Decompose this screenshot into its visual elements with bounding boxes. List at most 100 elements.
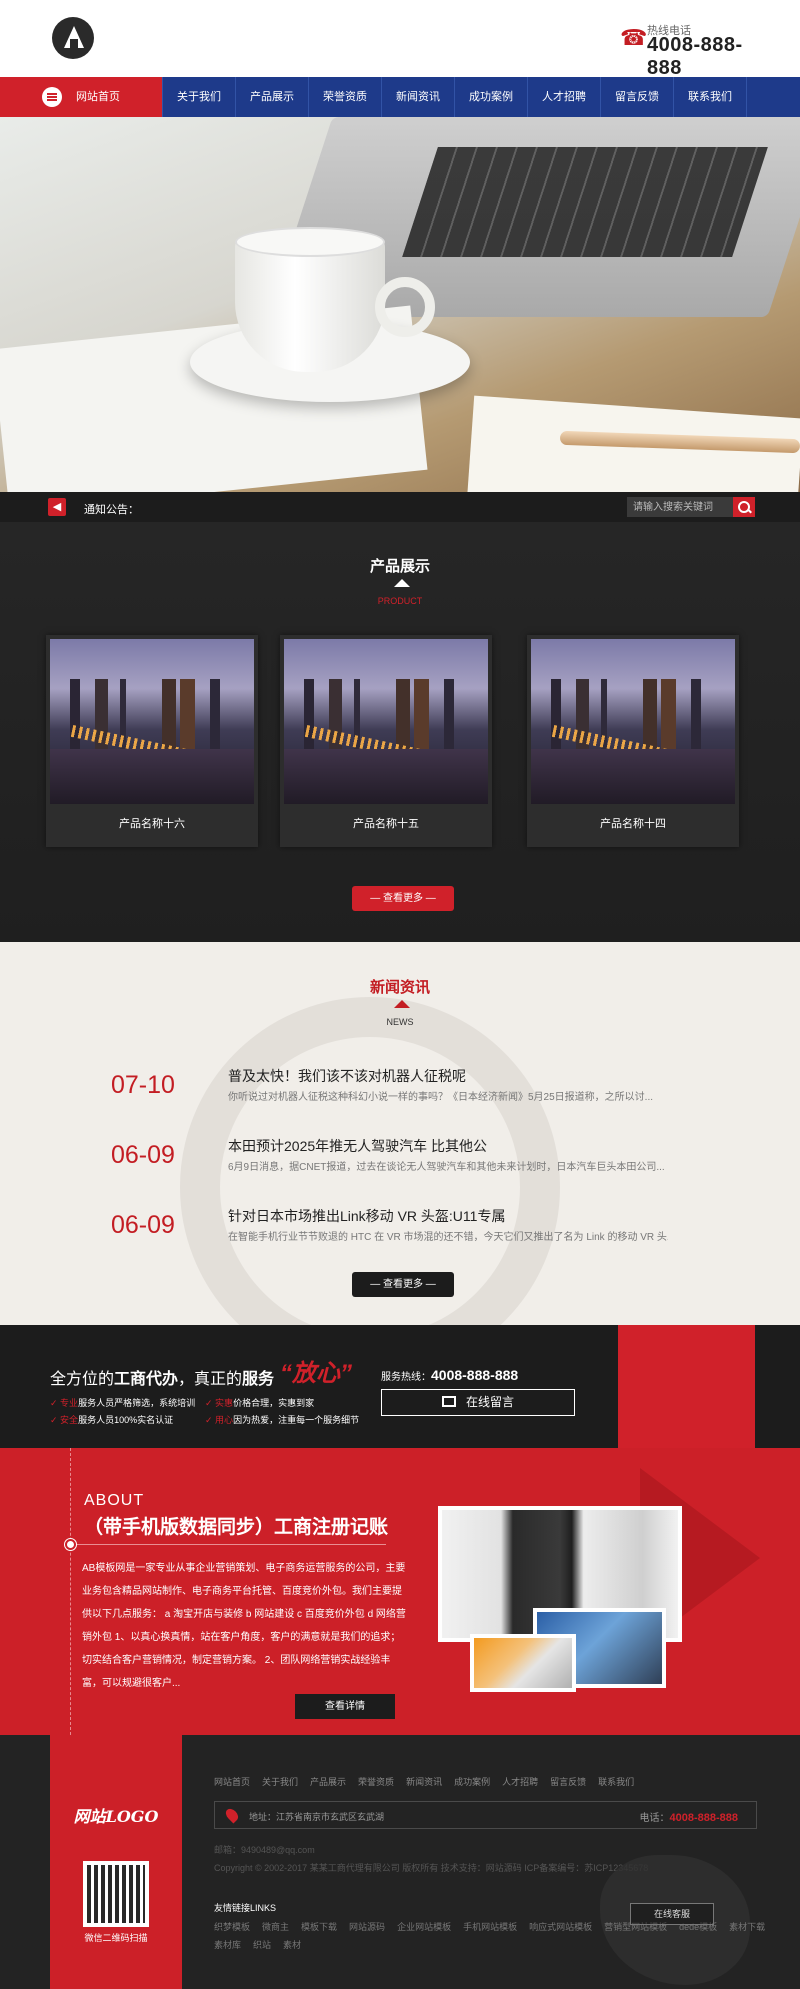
cta-hotline: 服务热线：4008-888-888 [381,1367,519,1383]
nav-item-feedback[interactable]: 留言反馈 [601,77,674,117]
footer-nav-link[interactable]: 新闻资讯 [406,1775,442,1788]
friend-link[interactable]: 模板下载 [301,1920,337,1933]
footer-address-box: 地址：江苏省南京市玄武区玄武湖 电话：4008-888-888 [214,1801,757,1829]
footer-logo[interactable]: 网站LOGO [50,1803,182,1827]
footer-email: 邮箱：9490489@qq.com [214,1845,315,1855]
footer-nav-link[interactable]: 产品展示 [310,1775,346,1788]
products-title: 产品展示 [369,558,430,575]
cta-red-block [618,1325,755,1448]
news-item-title[interactable]: 针对日本市场推出Link移动 VR 头盔:U11专属 [228,1206,505,1226]
nav-item-products[interactable]: 产品展示 [236,77,309,117]
site-footer: 网站LOGO 微信二维码扫描 网站首页 关于我们 产品展示 荣誉资质 新闻资讯 … [0,1735,800,1989]
friend-link[interactable]: 企业网站模板 [397,1920,451,1933]
search-button[interactable] [733,497,755,517]
friend-link[interactable]: 手机网站模板 [463,1920,517,1933]
footer-nav-link[interactable]: 人才招聘 [502,1775,538,1788]
about-title: （带手机版数据同步）工商注册记账 [84,1517,389,1538]
about-timeline-line [70,1448,71,1735]
cta-bullet: ✓ 实惠价格合理，实惠到家 [205,1398,315,1408]
cta-title-part: 服务 [242,1371,275,1388]
notice-bar: ◀ 通知公告： [0,492,800,522]
speaker-icon: ◀ [48,498,66,516]
footer-brand-panel: 网站LOGO 微信二维码扫描 [50,1735,182,1989]
friend-link[interactable]: 素材库 [214,1938,241,1951]
friend-links-title: 友情链接LINKS [214,1903,277,1913]
footer-nav-link[interactable]: 成功案例 [454,1775,490,1788]
products-subtitle: PRODUCT [377,596,423,606]
site-logo[interactable] [52,17,94,59]
cta-bullet: ✓ 专业服务人员严格筛选，系统培训 [50,1398,196,1408]
news-title: 新闻资讯 [369,979,430,996]
nav-item-honors[interactable]: 荣誉资质 [309,77,382,117]
hotline-number: 4008-888-888 [647,34,743,79]
main-nav: 网站首页 关于我们 产品展示 荣誉资质 新闻资讯 成功案例 人才招聘 留言反馈 … [0,77,800,117]
product-name: 产品名称十六 [119,818,185,830]
message-icon [441,1396,456,1407]
phone-icon: ☎ [620,25,648,50]
news-date: 06-09 [111,1141,175,1169]
notice-label: 通知公告： [84,504,139,516]
friend-link[interactable]: 微商主 [262,1920,289,1933]
about-photo-meeting [470,1634,576,1692]
footer-nav-link[interactable]: 网站首页 [214,1775,250,1788]
nav-item-contact[interactable]: 联系我们 [674,77,747,117]
news-subtitle: NEWS [386,1017,414,1027]
footer-address: 地址：江苏省南京市玄武区玄武湖 [249,1812,385,1822]
caret-up-icon [394,1000,410,1008]
product-card[interactable]: 产品名称十六 [46,635,258,847]
caret-up-icon [394,579,410,587]
news-date: 07-10 [111,1071,175,1099]
nav-item-cases[interactable]: 成功案例 [455,77,528,117]
news-item-title[interactable]: 普及太快！我们该不该对机器人征税呢 [228,1066,466,1086]
news-date: 06-09 [111,1211,175,1239]
news-item-desc: 在智能手机行业节节败退的 HTC 在 VR 市场混的还不错，今天它们又推出了名为… [228,1232,668,1243]
friend-link[interactable]: 织站 [253,1938,271,1951]
friend-link[interactable]: 织梦模板 [214,1920,250,1933]
product-image [50,639,254,804]
products-more-button[interactable]: — 查看更多 — [352,886,454,911]
online-message-button[interactable]: 在线留言 [381,1389,575,1416]
banner-keyboard-image [402,147,768,257]
cta-title-part: ，真正的 [178,1371,243,1388]
product-card[interactable]: 产品名称十五 [280,635,492,847]
friend-link[interactable]: 响应式网站模板 [529,1920,592,1933]
product-card[interactable]: 产品名称十四 [527,635,739,847]
friend-links-row: 素材库 织站 素材 [214,1938,301,1951]
footer-nav-link[interactable]: 关于我们 [262,1775,298,1788]
product-name: 产品名称十四 [600,818,666,830]
footer-nav-link[interactable]: 联系我们 [598,1775,634,1788]
about-divider [76,1544,386,1545]
friend-link[interactable]: 素材 [283,1938,301,1951]
hero-banner [0,117,800,492]
footer-copyright: Copyright © 2002-2017 某某工商代理有限公司 版权所有 技术… [214,1863,649,1873]
about-timeline-dot [65,1539,76,1550]
about-details-button[interactable]: 查看详情 [295,1694,395,1719]
cta-bullet: ✓ 用心因为热爱，注重每一个服务细节 [205,1415,360,1425]
footer-nav-link[interactable]: 留言反馈 [550,1775,586,1788]
search-input[interactable] [627,497,733,517]
online-service-button[interactable]: 在线客服 [630,1903,714,1925]
cta-title: 全方位的工商代办，真正的服务 [50,1365,274,1389]
friend-link[interactable]: 素材下载 [729,1920,765,1933]
cta-quote: “放心” [280,1360,352,1387]
header-hotline: ☎ 热线电话 4008-888-888 [620,22,770,79]
banner-cup-image [235,237,385,372]
about-text: AB模板网是一家专业从事企业营销策划、电子商务运营服务的公司，主要业务包含精品网… [82,1563,406,1689]
products-section: 产品展示 PRODUCT 产品名称十六 产品名称十五 产品名称十四 — 查看更多… [0,522,800,942]
location-pin-icon [223,1806,241,1824]
news-item-desc: 你听说过对机器人征税这种科幻小说一样的事吗？《日本经济新闻》5月25日报道称，之… [228,1092,654,1103]
nav-item-home[interactable]: 网站首页 [0,77,163,117]
friend-link[interactable]: 网站源码 [349,1920,385,1933]
about-en-title: ABOUT [84,1492,145,1509]
news-more-button[interactable]: — 查看更多 — [352,1272,454,1297]
menu-icon [42,87,62,107]
news-item-title[interactable]: 本田预计2025年推无人驾驶汽车 比其他公 [228,1136,487,1156]
service-cta: 全方位的工商代办，真正的服务 “放心” ✓ 专业服务人员严格筛选，系统培训 ✓ … [0,1325,800,1448]
footer-nav-link[interactable]: 荣誉资质 [358,1775,394,1788]
product-name: 产品名称十五 [353,818,419,830]
nav-item-news[interactable]: 新闻资讯 [382,77,455,117]
wechat-qr-code [83,1861,149,1927]
nav-item-about[interactable]: 关于我们 [163,77,236,117]
news-item-desc: 6月9日消息，据CNET报道，过去在谈论无人驾驶汽车和其他未来计划时，日本汽车巨… [228,1162,665,1173]
nav-item-jobs[interactable]: 人才招聘 [528,77,601,117]
